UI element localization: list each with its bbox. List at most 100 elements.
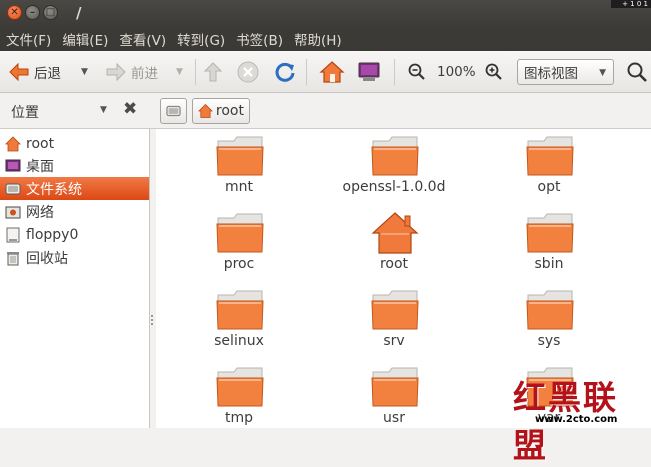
desktop-icon: [5, 159, 21, 171]
sidebar-item-trash[interactable]: 回收站: [0, 246, 149, 269]
folder-icon: [371, 136, 419, 176]
folder-icon: [371, 367, 419, 407]
folder-icon: [216, 290, 264, 330]
file-name: selinux: [214, 333, 264, 349]
reload-icon: [275, 62, 295, 82]
network-icon: [5, 206, 21, 218]
reload-button[interactable]: [274, 61, 296, 83]
drive-icon: [166, 105, 181, 117]
file-item-srv[interactable]: srv: [339, 289, 449, 365]
folder-icon: [371, 290, 419, 330]
file-name: sbin: [534, 256, 564, 272]
sidebar-item-desktop[interactable]: 桌面: [0, 154, 149, 177]
trash-icon: [7, 251, 19, 265]
places-label: 位置: [11, 105, 39, 121]
toolbar: 后退 ▼ 前进 ▼ 100% 图标视图 ▼: [0, 51, 651, 93]
toolbar-separator: [195, 59, 196, 85]
file-name: srv: [383, 333, 405, 349]
sidebar-item-label: 桌面: [26, 158, 54, 175]
forward-button[interactable]: 前进: [105, 62, 158, 82]
sidebar: root 桌面 文件系统 网络 floppy0 回收站: [0, 129, 150, 428]
stop-button[interactable]: [237, 61, 259, 83]
folder-icon: [216, 367, 264, 407]
home-icon: [198, 103, 213, 118]
forward-label: 前进: [131, 66, 158, 82]
places-dropdown[interactable]: ▼: [100, 105, 107, 115]
file-item-sbin[interactable]: sbin: [494, 212, 604, 288]
zoom-out-icon: [408, 63, 425, 80]
folder-icon: [526, 136, 574, 176]
search-icon: [627, 62, 647, 82]
up-button[interactable]: [203, 61, 223, 83]
menu-help[interactable]: 帮助(H): [288, 29, 347, 49]
sidebar-item-label: 文件系统: [26, 181, 82, 198]
home-folder-icon: [371, 212, 419, 254]
home-button[interactable]: [319, 60, 345, 84]
view-mode-select[interactable]: 图标视图 ▼: [517, 59, 614, 85]
forward-history-dropdown[interactable]: ▼: [176, 67, 183, 77]
location-bar: 位置 ▼ ✖ root: [0, 93, 651, 129]
file-item-usr[interactable]: usr: [339, 366, 449, 428]
view-mode-value: 图标视图: [524, 66, 578, 82]
file-item-root[interactable]: root: [339, 212, 449, 288]
folder-icon: [216, 136, 264, 176]
pane-resize-handle[interactable]: [151, 315, 154, 327]
path-root-button[interactable]: root: [192, 98, 250, 124]
sidebar-item-label: root: [26, 135, 55, 152]
file-name: sys: [537, 333, 561, 349]
path-root-filesystem-button[interactable]: [160, 98, 187, 124]
drive-icon: [5, 183, 21, 194]
sidebar-item-label: 回收站: [26, 250, 68, 267]
file-item-mnt[interactable]: mnt: [184, 135, 294, 211]
sidebar-item-root[interactable]: root: [0, 132, 149, 155]
search-button[interactable]: [626, 61, 648, 83]
file-name: proc: [223, 256, 255, 272]
computer-icon: [358, 62, 380, 81]
zoom-out-button[interactable]: [408, 63, 426, 81]
sidebar-item-floppy0[interactable]: floppy0: [0, 223, 149, 246]
window-close-button[interactable]: ✕: [7, 5, 22, 20]
title-bar: ✕ – □ / + 1 0 1: [0, 0, 651, 27]
menu-bookmarks[interactable]: 书签(B): [230, 29, 288, 49]
back-label: 后退: [34, 66, 61, 82]
back-button[interactable]: 后退: [8, 62, 61, 82]
sidebar-item-label: floppy0: [26, 226, 79, 243]
chevron-down-icon: ▼: [599, 68, 606, 78]
file-name: tmp: [224, 410, 253, 426]
sidebar-item-label: 网络: [26, 204, 54, 221]
floppy-icon: [6, 227, 20, 242]
window-title: /: [76, 4, 82, 22]
zoom-in-icon: [485, 63, 502, 80]
home-icon: [319, 61, 345, 83]
menu-edit[interactable]: 编辑(E): [56, 29, 113, 49]
file-name: mnt: [225, 179, 253, 195]
close-sidebar-icon[interactable]: ✖: [123, 99, 137, 119]
sidebar-item-filesystem[interactable]: 文件系统: [0, 177, 149, 200]
stop-icon: [237, 61, 259, 83]
file-item-openssl[interactable]: openssl-1.0.0d: [339, 135, 449, 211]
window-minimize-button[interactable]: –: [25, 5, 40, 20]
file-item-sys[interactable]: sys: [494, 289, 604, 365]
menu-file[interactable]: 文件(F): [0, 29, 56, 49]
menu-go[interactable]: 转到(G): [171, 29, 230, 49]
computer-button[interactable]: [357, 60, 381, 84]
folder-icon: [526, 213, 574, 253]
menu-bar: 文件(F) 编辑(E) 查看(V) 转到(G) 书签(B) 帮助(H): [0, 27, 651, 51]
forward-arrow-icon: [106, 62, 126, 82]
toolbar-separator: [394, 59, 395, 85]
sidebar-item-network[interactable]: 网络: [0, 200, 149, 223]
up-arrow-icon: [203, 62, 223, 82]
path-current-label: root: [215, 103, 244, 119]
file-item-tmp[interactable]: tmp: [184, 366, 294, 428]
window-maximize-button[interactable]: □: [43, 5, 58, 20]
file-item-selinux[interactable]: selinux: [184, 289, 294, 365]
toolbar-separator: [306, 59, 307, 85]
back-arrow-icon: [9, 62, 29, 82]
zoom-in-button[interactable]: [485, 63, 503, 81]
back-history-dropdown[interactable]: ▼: [81, 67, 88, 77]
file-name: root: [379, 256, 409, 272]
file-item-opt[interactable]: opt: [494, 135, 604, 211]
file-item-proc[interactable]: proc: [184, 212, 294, 288]
home-icon: [5, 135, 21, 151]
menu-view[interactable]: 查看(V): [113, 29, 171, 49]
